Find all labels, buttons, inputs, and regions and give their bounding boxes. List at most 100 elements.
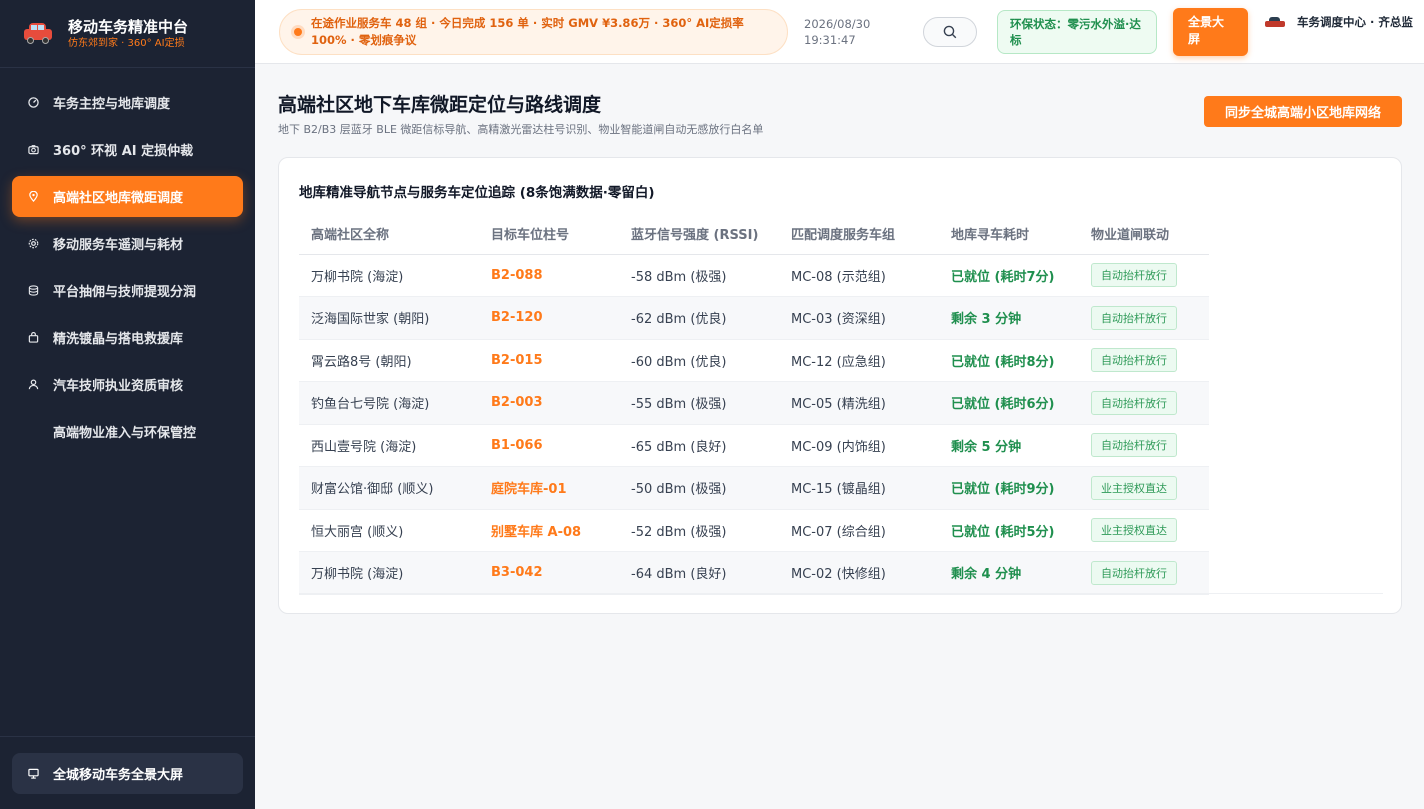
sidebar-item-garage-dispatch[interactable]: 高端社区地库微距调度 (12, 176, 243, 217)
table-row[interactable]: 西山壹号院 (海淀) B1-066 -65 dBm (良好) MC-09 (内饰… (299, 424, 1209, 467)
eta-cell: 已就位 (耗时5分) (939, 509, 1079, 552)
sidebar-item-label: 360° 环视 AI 定损仲裁 (53, 144, 194, 159)
table-row[interactable]: 万柳书院 (海淀) B3-042 -64 dBm (良好) MC-02 (快修组… (299, 551, 1209, 595)
rssi-cell: -58 dBm (极强) (619, 254, 779, 297)
team-cell: MC-03 (资深组) (779, 296, 939, 340)
brand-title: 移动车务精准中台 (68, 17, 189, 36)
slot-cell: B2-003 (479, 381, 619, 425)
sidebar-item-property-access[interactable]: 高端物业准入与环保管控 (12, 411, 243, 452)
gate-cell: 业主授权直达 (1079, 509, 1209, 552)
eta-cell: 已就位 (耗时8分) (939, 339, 1079, 382)
community-cell: 泛海国际世家 (朝阳) (299, 296, 479, 340)
table-row[interactable]: 财富公馆·御邸 (顺义) 庭院车库-01 -50 dBm (极强) MC-15 … (299, 466, 1209, 510)
gate-cell: 自动抬杆放行 (1079, 339, 1209, 382)
community-cell: 财富公馆·御邸 (顺义) (299, 466, 479, 510)
slot-cell: B3-042 (479, 551, 619, 595)
search-icon (943, 25, 957, 39)
community-cell: 西山壹号院 (海淀) (299, 424, 479, 467)
rssi-cell: -55 dBm (极强) (619, 381, 779, 425)
team-cell: MC-08 (示范组) (779, 254, 939, 297)
sidebar-item-commission[interactable]: 平台抽佣与技师提现分润 (12, 270, 243, 311)
sidebar-item-telemetry[interactable]: 移动服务车遥测与耗材 (12, 223, 243, 264)
gate-cell: 自动抬杆放行 (1079, 254, 1209, 297)
sidebar-item-dispatch[interactable]: 车务主控与地库调度 (12, 82, 243, 123)
sidebar-item-label: 平台抽佣与技师提现分润 (53, 285, 197, 300)
column-header[interactable]: 匹配调度服务车组 (779, 214, 939, 255)
search-button[interactable] (923, 17, 977, 47)
live-dot-icon (294, 28, 302, 36)
database-icon (28, 285, 39, 296)
team-cell: MC-15 (镀晶组) (779, 466, 939, 510)
eta-cell: 剩余 3 分钟 (939, 296, 1079, 340)
tracking-table: 高端社区全称 目标车位柱号 蓝牙信号强度 (RSSI) 匹配调度服务车组 地库寻… (299, 214, 1209, 595)
gate-cell: 自动抬杆放行 (1079, 296, 1209, 340)
gate-badge: 自动抬杆放行 (1091, 263, 1177, 288)
sidebar-item-label: 精洗镀晶与搭电救援库 (53, 332, 184, 347)
team-cell: MC-12 (应急组) (779, 339, 939, 382)
car-logo-icon (24, 22, 52, 45)
location-pin-icon (28, 191, 39, 202)
monitor-icon (28, 768, 39, 779)
sidebar-item-detailing[interactable]: 精洗镀晶与搭电救援库 (12, 317, 243, 358)
gate-badge: 自动抬杆放行 (1091, 560, 1177, 585)
page-subtitle: 地下 B2/B3 层蓝牙 BLE 微距信标导航、高精激光雷达柱号识别、物业智能道… (278, 123, 764, 136)
brand-subtitle: 仿东郊到家 · 360° AI定损 (68, 37, 185, 49)
user-name: 车务调度中心 · 齐总监 (1297, 15, 1413, 29)
column-header[interactable]: 高端社区全称 (299, 214, 479, 255)
sidebar-item-ai-damage[interactable]: 360° 环视 AI 定损仲裁 (12, 129, 243, 170)
eta-cell: 剩余 4 分钟 (939, 551, 1079, 595)
sidebar-item-label: 移动服务车遥测与耗材 (53, 238, 184, 253)
camera-icon (28, 144, 39, 155)
city-dashboard-label: 全城移动车务全景大屏 (53, 768, 184, 783)
table-row[interactable]: 霄云路8号 (朝阳) B2-015 -60 dBm (优良) MC-12 (应急… (299, 339, 1209, 382)
slot-cell: B2-120 (479, 296, 619, 340)
rssi-cell: -65 dBm (良好) (619, 424, 779, 467)
clock-time: 19:31:47 (804, 33, 856, 47)
gate-badge: 业主授权直达 (1091, 475, 1177, 500)
community-cell: 霄云路8号 (朝阳) (299, 339, 479, 382)
sidebar-footer: 全城移动车务全景大屏 (0, 736, 255, 809)
sync-network-button[interactable]: 同步全城高端小区地库网络 (1204, 96, 1402, 127)
gate-badge: 自动抬杆放行 (1091, 433, 1177, 458)
table-divider (299, 593, 1383, 594)
clock: 2026/08/30 19:31:47 (804, 16, 870, 48)
rssi-cell: -64 dBm (良好) (619, 551, 779, 595)
table-row[interactable]: 钓鱼台七号院 (海淀) B2-003 -55 dBm (极强) MC-05 (精… (299, 381, 1209, 425)
slot-cell: 别墅车库 A-08 (479, 509, 619, 552)
gate-badge: 自动抬杆放行 (1091, 305, 1177, 330)
sidebar-item-technician-review[interactable]: 汽车技师执业资质审核 (12, 364, 243, 405)
rssi-cell: -60 dBm (优良) (619, 339, 779, 382)
community-cell: 万柳书院 (海淀) (299, 254, 479, 297)
gate-badge: 自动抬杆放行 (1091, 390, 1177, 415)
sidebar-item-label: 汽车技师执业资质审核 (53, 379, 184, 394)
gate-cell: 自动抬杆放行 (1079, 424, 1209, 467)
gate-cell: 自动抬杆放行 (1079, 381, 1209, 425)
sidebar: 移动车务精准中台 仿东郊到家 · 360° AI定损 车务主控与地库调度 360… (0, 0, 255, 809)
city-dashboard-button[interactable]: 全城移动车务全景大屏 (12, 753, 243, 794)
table-row[interactable]: 恒大丽宫 (顺义) 别墅车库 A-08 -52 dBm (极强) MC-07 (… (299, 509, 1209, 552)
column-header[interactable]: 地库寻车耗时 (939, 214, 1079, 255)
column-header[interactable]: 目标车位柱号 (479, 214, 619, 255)
column-header[interactable]: 蓝牙信号强度 (RSSI) (619, 214, 779, 255)
tracking-card: 地库精准导航节点与服务车定位追踪 (8条饱满数据·零留白) 高端社区全称 目标车… (278, 157, 1402, 614)
team-cell: MC-07 (综合组) (779, 509, 939, 552)
bag-icon (28, 332, 39, 343)
sidebar-item-label: 高端物业准入与环保管控 (53, 426, 197, 441)
dashboard-icon (28, 97, 39, 108)
brand: 移动车务精准中台 仿东郊到家 · 360° AI定损 (0, 0, 255, 68)
top-header: 在途作业服务车 48 组 · 今日完成 156 单 · 实时 GMV ¥3.86… (255, 0, 1424, 64)
table-row[interactable]: 万柳书院 (海淀) B2-088 -58 dBm (极强) MC-08 (示范组… (299, 254, 1209, 297)
live-ticker: 在途作业服务车 48 组 · 今日完成 156 单 · 实时 GMV ¥3.86… (279, 9, 788, 55)
card-title: 地库精准导航节点与服务车定位追踪 (8条饱满数据·零留白) (299, 185, 655, 201)
gate-cell: 业主授权直达 (1079, 466, 1209, 510)
eta-cell: 已就位 (耗时6分) (939, 381, 1079, 425)
gate-badge: 业主授权直达 (1091, 518, 1177, 543)
sidebar-nav: 车务主控与地库调度 360° 环视 AI 定损仲裁 高端社区地库微距调度 移动服… (12, 82, 243, 458)
table-row[interactable]: 泛海国际世家 (朝阳) B2-120 -62 dBm (优良) MC-03 (资… (299, 296, 1209, 340)
gate-cell: 自动抬杆放行 (1079, 551, 1209, 595)
fullscreen-button[interactable]: 全景大屏 (1173, 8, 1248, 56)
user-profile[interactable]: 车务调度中心 · 齐总监 (1265, 14, 1415, 31)
clock-date: 2026/08/30 (804, 17, 871, 31)
sidebar-item-label: 车务主控与地库调度 (53, 97, 171, 112)
column-header[interactable]: 物业道闸联动 (1079, 214, 1209, 255)
